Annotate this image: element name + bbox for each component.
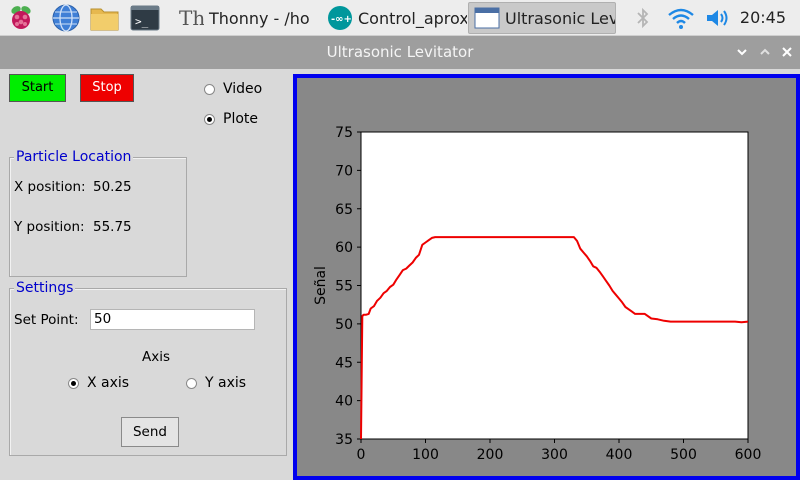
- video-radio[interactable]: Video: [204, 81, 262, 97]
- taskbar-task-arduino[interactable]: -∞+ Control_aprox: [322, 2, 467, 34]
- y-axis-label: Señal: [313, 266, 329, 305]
- video-radio-label: Video: [223, 81, 263, 97]
- clock: 20:45: [739, 8, 786, 27]
- taskbar-task-label: Control_aprox: [358, 8, 467, 28]
- taskbar-task-thonny[interactable]: Th Thonny - /ho: [173, 2, 320, 34]
- radio-indicator: [204, 113, 215, 125]
- radio-indicator: [68, 377, 79, 389]
- x-tick-label: 300: [541, 447, 568, 463]
- raspberry-menu-icon[interactable]: [6, 3, 36, 33]
- x-position-value: 50.25: [93, 179, 132, 195]
- close-icon[interactable]: [779, 44, 795, 60]
- send-button[interactable]: Send: [121, 417, 179, 447]
- x-tick-label: 400: [606, 447, 633, 463]
- window-title: Ultrasonic Levitator: [326, 43, 474, 61]
- svg-text:>_: >_: [135, 15, 149, 28]
- stop-button[interactable]: Stop: [80, 74, 134, 102]
- taskbar: >_ Th Thonny - /ho -∞+ Control_aprox Ult…: [0, 0, 800, 36]
- plot-canvas: 0 100 200 300 400 500 600 35 40 45 50 55 60 65 70 75 Se…: [293, 74, 800, 480]
- setpoint-input[interactable]: 50: [90, 309, 255, 330]
- y-tick-label: 45: [335, 355, 353, 371]
- y-tick-label: 35: [335, 432, 353, 448]
- x-tick-label: 0: [357, 447, 366, 463]
- plote-radio-label: Plote: [223, 111, 258, 127]
- taskbar-task-ultrasonic[interactable]: Ultrasonic Lev: [468, 2, 616, 34]
- plote-radio[interactable]: Plote: [204, 111, 258, 127]
- start-button[interactable]: Start: [9, 74, 66, 102]
- web-browser-icon[interactable]: [51, 3, 81, 33]
- x-tick-label: 100: [412, 447, 439, 463]
- y-tick-label: 40: [335, 394, 353, 410]
- y-tick-label: 75: [335, 125, 353, 141]
- y-tick-label: 65: [335, 202, 353, 218]
- x-tick-label: 500: [670, 447, 697, 463]
- x-axis-radio[interactable]: X axis: [68, 375, 129, 391]
- svg-text:Th: Th: [179, 6, 204, 30]
- x-position-label: X position:: [14, 179, 86, 195]
- particle-location-title: Particle Location: [14, 149, 134, 165]
- settings-title: Settings: [14, 280, 76, 296]
- x-axis-radio-label: X axis: [87, 375, 130, 391]
- y-tick-label: 55: [335, 279, 353, 295]
- y-axis-radio[interactable]: Y axis: [186, 375, 246, 391]
- plot-area: [360, 131, 749, 440]
- minimize-icon[interactable]: [734, 44, 750, 60]
- bluetooth-icon[interactable]: [632, 4, 654, 32]
- svg-text:-∞+: -∞+: [331, 14, 352, 25]
- app-body: Start Stop Video Plote Particle Location…: [0, 69, 800, 480]
- taskbar-task-label: Ultrasonic Lev: [505, 8, 616, 28]
- y-tick-label: 50: [335, 317, 353, 333]
- x-tick-label: 600: [735, 447, 762, 463]
- maximize-icon[interactable]: [757, 44, 773, 60]
- thonny-icon: Th: [177, 4, 205, 32]
- setpoint-label: Set Point:: [14, 312, 79, 328]
- y-axis-radio-label: Y axis: [205, 375, 247, 391]
- y-position-label: Y position:: [14, 219, 85, 235]
- arduino-icon: -∞+: [326, 4, 354, 32]
- radio-indicator: [186, 377, 197, 389]
- y-position-value: 55.75: [93, 219, 132, 235]
- file-manager-icon[interactable]: [89, 3, 119, 33]
- axis-label: Axis: [142, 349, 171, 365]
- wifi-icon[interactable]: [666, 4, 696, 32]
- radio-indicator: [204, 83, 215, 95]
- window-app-icon: [473, 4, 501, 32]
- taskbar-task-label: Thonny - /ho: [209, 8, 310, 28]
- x-tick-label: 200: [477, 447, 504, 463]
- y-tick-label: 60: [335, 240, 353, 256]
- volume-icon[interactable]: [703, 4, 733, 32]
- terminal-icon[interactable]: >_: [130, 3, 160, 33]
- particle-location-group: Particle Location: [9, 149, 187, 277]
- y-tick-label: 70: [335, 163, 353, 179]
- signal-chart: 0 100 200 300 400 500 600 35 40 45 50 55 60 65 70 75 Se…: [313, 125, 762, 463]
- window-titlebar[interactable]: Ultrasonic Levitator: [0, 36, 800, 69]
